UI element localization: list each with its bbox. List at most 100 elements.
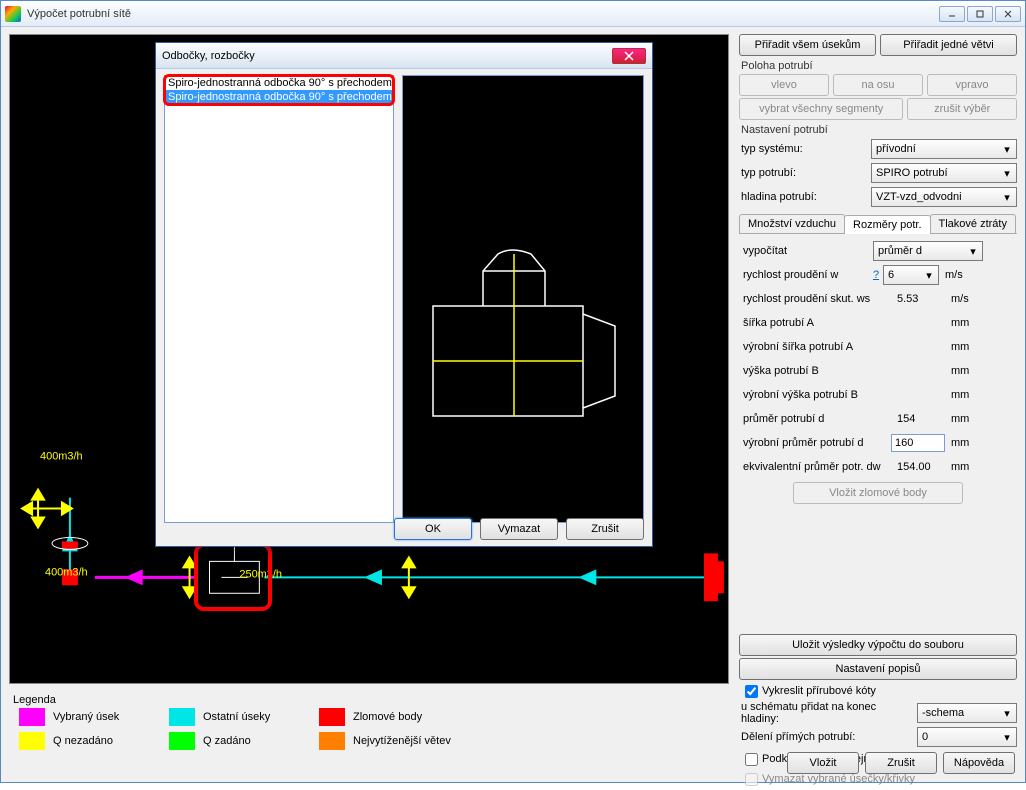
- equiv-diameter-label: ekvivalentní průměr potr. dw: [741, 461, 891, 473]
- list-item[interactable]: Spiro-jednostranná odbočka 90° s přechod…: [165, 90, 393, 104]
- maximize-button[interactable]: [967, 6, 993, 22]
- footer-help-button[interactable]: Nápověda: [943, 752, 1015, 774]
- swatch-green: [169, 732, 195, 750]
- type-pipe-label: typ potrubí:: [739, 167, 871, 179]
- actual-flow-label: rychlost proudění skut. ws: [741, 293, 891, 305]
- type-system-dropdown[interactable]: přívodní▾: [871, 139, 1017, 159]
- footer-buttons: Vložit Zrušit Nápověda: [787, 752, 1015, 774]
- branch-list[interactable]: Spiro-jednostranná odbočka 90° s přechod…: [164, 75, 394, 523]
- height-b-label: výška potrubí B: [741, 365, 891, 377]
- dialog-clear-button[interactable]: Vymazat: [480, 518, 558, 540]
- swatch-orange: [319, 732, 345, 750]
- tab-air-quantity[interactable]: Množství vzduchu: [739, 214, 845, 233]
- node-label: 250m3/h: [239, 568, 282, 580]
- dialog-close-button[interactable]: [612, 48, 646, 64]
- unit-label: mm: [951, 365, 979, 377]
- window-title: Výpočet potrubní sítě: [27, 8, 131, 20]
- settings-group-label: Nastavení potrubí: [741, 124, 1017, 136]
- close-button[interactable]: [995, 6, 1021, 22]
- type-system-label: typ systému:: [739, 143, 871, 155]
- flow-speed-dropdown[interactable]: 6▾: [883, 265, 939, 285]
- app-icon: [5, 6, 21, 22]
- chevron-down-icon: ▾: [1000, 190, 1014, 204]
- footer-cancel-button[interactable]: Zrušit: [865, 752, 937, 774]
- straight-div-label: Dělení přímých potrubí:: [739, 731, 917, 743]
- unit-label: m/s: [951, 293, 979, 305]
- swatch-magenta: [19, 708, 45, 726]
- help-link[interactable]: ?: [869, 269, 883, 281]
- swatch-yellow: [19, 732, 45, 750]
- legend-item: Ostatní úseky: [169, 708, 319, 726]
- mfg-width-a-label: výrobní šířka potrubí A: [741, 341, 891, 353]
- content-area: 400m3/h 400m3/h 250m3/h Přiřadit všem ús…: [1, 28, 1025, 782]
- branch-preview: [402, 75, 644, 523]
- assign-one-button[interactable]: Přiřadit jedné větvi: [880, 34, 1017, 56]
- window-controls: [939, 6, 1021, 22]
- append-label: u schématu přidat na konec hladiny:: [739, 701, 917, 725]
- pos-right-button[interactable]: vpravo: [927, 74, 1017, 96]
- cancel-sel-button[interactable]: zrušit výběr: [907, 98, 1017, 120]
- level-dropdown[interactable]: VZT-vzd_odvodni▾: [871, 187, 1017, 207]
- del-sel-checkbox-label: Vymazat vybrané úsečky/křivky: [762, 773, 915, 785]
- chevron-down-icon: ▾: [1000, 730, 1014, 744]
- width-a-label: šířka potrubí A: [741, 317, 891, 329]
- swatch-red: [319, 708, 345, 726]
- unit-label: m/s: [939, 269, 967, 281]
- assign-all-button[interactable]: Přiřadit všem úsekům: [739, 34, 876, 56]
- type-pipe-dropdown[interactable]: SPIRO potrubí▾: [871, 163, 1017, 183]
- chevron-down-icon: ▾: [1000, 142, 1014, 156]
- straight-div-dropdown[interactable]: 0▾: [917, 727, 1017, 747]
- flow-speed-label: rychlost proudění w: [741, 269, 869, 281]
- right-panel: Přiřadit všem úsekům Přiřadit jedné větv…: [739, 34, 1017, 790]
- flow-label: 400m3/h: [40, 451, 83, 463]
- chevron-down-icon: ▾: [1000, 706, 1014, 720]
- main-window: Výpočet potrubní sítě: [0, 0, 1026, 783]
- bg-same-checkbox[interactable]: [745, 753, 758, 766]
- insert-break-button[interactable]: Vložit zlomové body: [793, 482, 963, 504]
- calc-dropdown[interactable]: průměr d▾: [873, 241, 983, 261]
- legend-item: Zlomové body: [319, 708, 469, 726]
- pos-axis-button[interactable]: na osu: [833, 74, 923, 96]
- chevron-down-icon: ▾: [922, 268, 936, 282]
- dialog-ok-button[interactable]: OK: [394, 518, 472, 540]
- tab-pressure-loss[interactable]: Tlakové ztráty: [930, 214, 1016, 233]
- calc-label: vypočítat: [741, 245, 873, 257]
- unit-label: mm: [951, 413, 979, 425]
- mfg-diameter-d-label: výrobní průměr potrubí d: [741, 437, 891, 449]
- unit-label: mm: [951, 341, 979, 353]
- minimize-button[interactable]: [939, 6, 965, 22]
- unit-label: mm: [951, 317, 979, 329]
- unit-label: mm: [945, 437, 973, 449]
- flow-label-2: 400m3/h: [45, 566, 88, 578]
- mfg-diameter-d-input[interactable]: [891, 434, 945, 452]
- dialog-titlebar: Odbočky, rozbočky: [156, 43, 652, 69]
- diameter-d-label: průměr potrubí d: [741, 413, 891, 425]
- dialog-cancel-button[interactable]: Zrušit: [566, 518, 644, 540]
- flange-checkbox[interactable]: [745, 685, 758, 698]
- tab-pipe-dimensions[interactable]: Rozměry potr.: [844, 215, 930, 234]
- flange-checkbox-label: Vykreslit přírubové kóty: [762, 685, 876, 697]
- chevron-down-icon: ▾: [1000, 166, 1014, 180]
- list-item[interactable]: Spiro-jednostranná odbočka 90° s přechod…: [165, 76, 393, 90]
- legend-panel: Legenda Vybraný úsek Ostatní úseky Zlomo…: [9, 690, 729, 750]
- pos-left-button[interactable]: vlevo: [739, 74, 829, 96]
- dialog-buttons: OK Vymazat Zrušit: [156, 518, 644, 540]
- legend-item: Q nezadáno: [19, 732, 169, 750]
- select-all-seg-button[interactable]: vybrat všechny segmenty: [739, 98, 903, 120]
- equiv-diameter-value: 154.00: [891, 461, 951, 473]
- position-group-label: Poloha potrubí: [741, 60, 1017, 72]
- save-results-button[interactable]: Uložit výsledky výpočtu do souboru: [739, 634, 1017, 656]
- titlebar: Výpočet potrubní sítě: [1, 1, 1025, 27]
- actual-flow-value: 5.53: [891, 293, 951, 305]
- footer-insert-button[interactable]: Vložit: [787, 752, 859, 774]
- diameter-d-value: 154: [891, 413, 951, 425]
- tab-row: Množství vzduchu Rozměry potr. Tlakové z…: [739, 214, 1017, 234]
- caption-settings-button[interactable]: Nastavení popisů: [739, 658, 1017, 680]
- append-dropdown[interactable]: -schema▾: [917, 703, 1017, 723]
- del-sel-checkbox: [745, 773, 758, 786]
- flange-checkbox-row: Vykreslit přírubové kóty: [739, 682, 1017, 700]
- swatch-cyan: [169, 708, 195, 726]
- chevron-down-icon: ▾: [966, 244, 980, 258]
- branch-dialog: Odbočky, rozbočky Spiro-jednostranná odb…: [155, 42, 653, 547]
- dialog-title: Odbočky, rozbočky: [162, 50, 255, 62]
